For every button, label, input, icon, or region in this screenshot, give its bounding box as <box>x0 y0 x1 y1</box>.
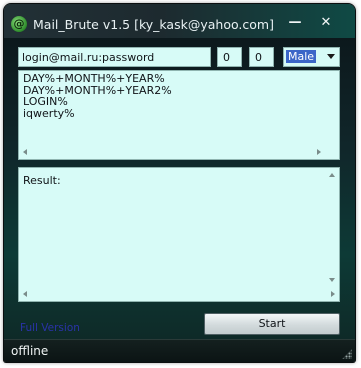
scroll-left-icon[interactable] <box>23 291 27 297</box>
password-line: DAY%+MONTH%+YEAR% <box>23 72 165 85</box>
title-bar[interactable]: @ Mail_Brute v1.5 [ky_kask@yahoo.com] — … <box>4 4 355 38</box>
scroll-right-icon[interactable] <box>331 291 335 297</box>
sex-select-value: Male <box>286 50 317 63</box>
full-version-link[interactable]: Full Version <box>20 322 80 334</box>
login-input[interactable]: login@mail.ru:password <box>18 47 211 67</box>
window-title: Mail_Brute v1.5 [ky_kask@yahoo.com] <box>33 17 274 32</box>
result-textarea[interactable]: Result: <box>18 167 340 302</box>
scroll-left-icon[interactable] <box>23 149 27 155</box>
app-logo-icon: @ <box>11 16 27 32</box>
close-button[interactable]: ✕ <box>313 14 339 32</box>
password-lines: DAY%+MONTH%+YEAR% DAY%+MONTH%+YEAR2% LOG… <box>23 73 172 119</box>
number-field-2[interactable]: 0 <box>249 47 274 67</box>
app-window: @ Mail_Brute v1.5 [ky_kask@yahoo.com] — … <box>4 4 355 362</box>
scroll-right-icon[interactable] <box>317 149 321 155</box>
horizontal-scrollbar[interactable] <box>19 287 339 301</box>
vertical-scrollbar[interactable] <box>325 168 339 287</box>
scroll-down-icon[interactable] <box>329 278 335 282</box>
result-label: Result: <box>23 174 61 187</box>
start-button[interactable]: Start <box>204 313 340 335</box>
scroll-up-icon[interactable] <box>329 173 335 177</box>
minimize-button[interactable]: — <box>282 14 308 32</box>
horizontal-scrollbar[interactable] <box>19 145 325 159</box>
status-bar: offline <box>4 339 355 362</box>
status-text: offline <box>11 344 49 358</box>
password-line: LOGIN% <box>23 95 68 108</box>
dropdown-arrow-icon[interactable] <box>327 54 335 59</box>
sex-select[interactable]: Male <box>283 47 340 67</box>
password-line: iqwerty% <box>23 106 75 120</box>
password-pattern-textarea[interactable]: DAY%+MONTH%+YEAR% DAY%+MONTH%+YEAR2% LOG… <box>18 70 340 160</box>
resize-grip-icon[interactable] <box>342 349 352 359</box>
number-field-1[interactable]: 0 <box>217 47 242 67</box>
